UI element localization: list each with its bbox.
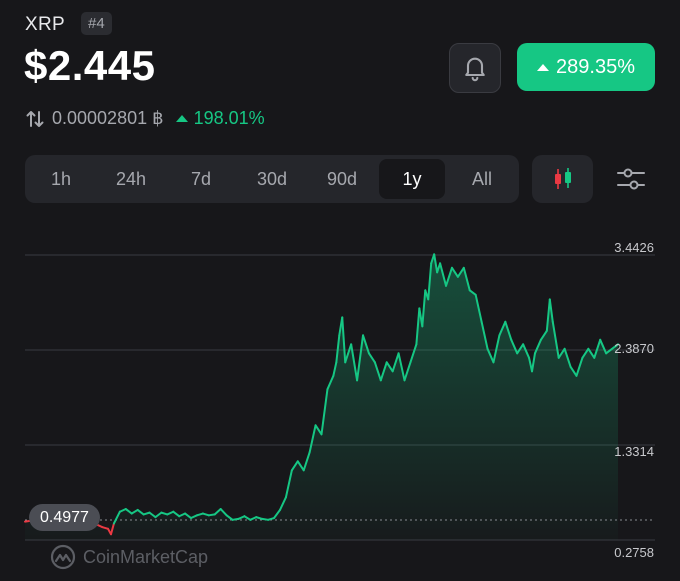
timeframe-tabs: 1h 24h 7d 30d 90d 1y All (25, 155, 519, 203)
tab-1h[interactable]: 1h (31, 159, 91, 199)
y-tick-label: 0.2758 (614, 545, 654, 560)
coin-price: $2.445 (24, 42, 156, 89)
swap-vertical-icon[interactable] (25, 109, 45, 129)
btc-change: 198.01% (175, 108, 265, 129)
tab-90d[interactable]: 90d (309, 159, 375, 199)
bell-icon (465, 57, 485, 82)
y-tick-label: 2.3870 (614, 341, 654, 356)
y-tick-label: 3.4426 (614, 240, 654, 255)
tab-24h[interactable]: 24h (98, 159, 164, 199)
start-price-callout: 0.4977 (29, 504, 100, 531)
price-change-value: 289.35% (556, 55, 635, 78)
candlestick-icon (554, 168, 571, 189)
tab-1y[interactable]: 1y (379, 159, 445, 199)
triangle-up-icon (537, 63, 550, 71)
btc-price-value: 0.00002801 ฿ (52, 108, 164, 128)
tab-all[interactable]: All (449, 159, 515, 199)
price-alert-button[interactable] (449, 43, 501, 93)
triangle-up-icon (175, 115, 188, 122)
candlestick-toggle-button[interactable] (532, 155, 593, 203)
btc-price-row: 0.00002801 ฿ 198.01% (25, 108, 265, 129)
btc-change-value: 198.01% (193, 108, 265, 128)
watermark-text: CoinMarketCap (83, 546, 209, 567)
coinmarketcap-watermark: CoinMarketCap (50, 544, 208, 570)
rank-badge: #4 (81, 12, 112, 35)
coin-symbol: XRP (25, 14, 65, 35)
tab-30d[interactable]: 30d (239, 159, 305, 199)
price-area-fill (25, 254, 618, 541)
y-tick-label: 1.3314 (614, 444, 654, 459)
price-chart[interactable] (0, 225, 680, 581)
sliders-icon[interactable] (614, 164, 648, 194)
coinmarketcap-logo-icon (50, 544, 76, 570)
tab-7d[interactable]: 7d (170, 159, 232, 199)
price-change-badge[interactable]: 289.35% (517, 43, 655, 91)
